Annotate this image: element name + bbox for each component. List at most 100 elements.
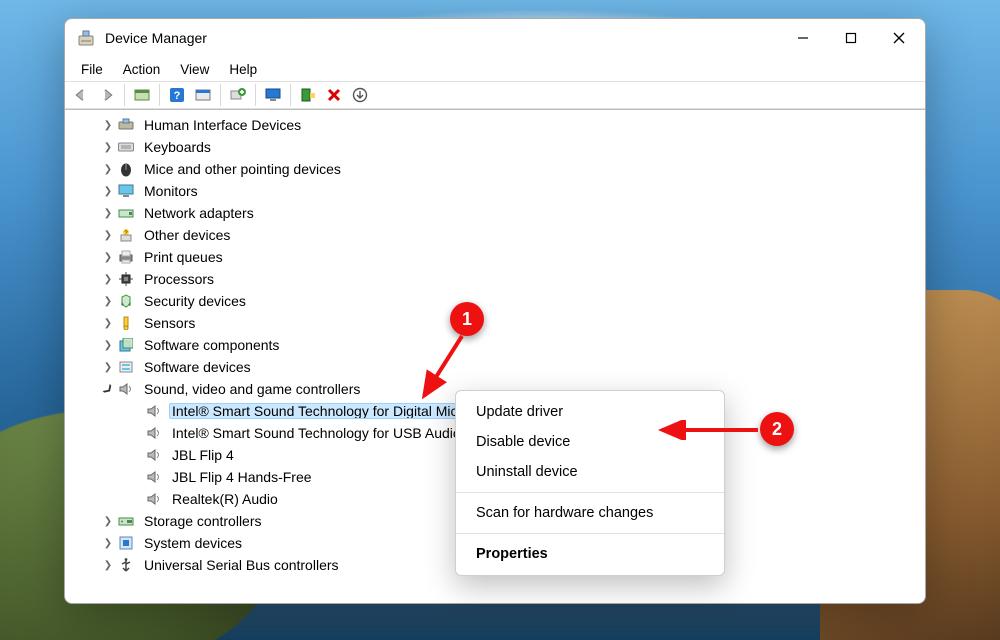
toolbar-enable-disable-button[interactable] [348, 83, 372, 107]
context-menu-scan[interactable]: Scan for hardware changes [456, 498, 724, 528]
tree-label: JBL Flip 4 Hands-Free [169, 469, 315, 485]
menu-action[interactable]: Action [115, 60, 169, 79]
menu-view[interactable]: View [172, 60, 217, 79]
menu-help[interactable]: Help [221, 60, 265, 79]
system-device-icon [117, 534, 135, 552]
mouse-icon [117, 160, 135, 178]
svg-text:?: ? [174, 90, 181, 102]
close-button[interactable] [875, 21, 923, 55]
chevron-right-icon: ❯ [101, 120, 115, 131]
properties-icon [195, 88, 211, 102]
printer-icon [117, 248, 135, 266]
annotation-marker-1: 1 [450, 302, 484, 336]
tree-label: Intel® Smart Sound Technology for USB Au… [169, 425, 464, 441]
toolbar-forward-button[interactable] [95, 83, 119, 107]
console-icon [134, 88, 150, 102]
minimize-button[interactable] [779, 21, 827, 55]
tree-category-security[interactable]: ❯Security devices [73, 290, 925, 312]
tree-category-other[interactable]: ❯? Other devices [73, 224, 925, 246]
maximize-button[interactable] [827, 21, 875, 55]
tree-label: Universal Serial Bus controllers [141, 557, 342, 573]
tree-label: Other devices [141, 227, 233, 243]
context-menu-uninstall-device[interactable]: Uninstall device [456, 457, 724, 487]
chevron-right-icon: ❯ [101, 164, 115, 175]
security-device-icon [117, 292, 135, 310]
monitor-icon [117, 182, 135, 200]
tree-category-mice[interactable]: ❯ Mice and other pointing devices [73, 158, 925, 180]
tree-category-monitors[interactable]: ❯ Monitors [73, 180, 925, 202]
tree-category-software-components[interactable]: ❯ Software components [73, 334, 925, 356]
tree-category-processors[interactable]: ❯Processors [73, 268, 925, 290]
tree-category-print-queues[interactable]: ❯Print queues [73, 246, 925, 268]
context-menu-update-driver[interactable]: Update driver [456, 397, 724, 427]
tree-label: Keyboards [141, 139, 214, 155]
software-device-icon [117, 358, 135, 376]
chevron-right-icon: ❯ [101, 340, 115, 351]
tree-label: Mice and other pointing devices [141, 161, 344, 177]
toolbar: ? [65, 81, 925, 109]
chevron-right-icon: ❯ [101, 560, 115, 571]
toolbar-uninstall-button[interactable] [322, 83, 346, 107]
add-hardware-icon [300, 87, 316, 103]
toolbar-show-hidden-button[interactable] [130, 83, 154, 107]
usb-icon [117, 556, 135, 574]
window-title: Device Manager [105, 30, 207, 46]
context-menu-separator [456, 492, 724, 493]
toolbar-scan-button[interactable] [261, 83, 285, 107]
tree-label: System devices [141, 535, 245, 551]
software-component-icon [117, 336, 135, 354]
tree-label: Sensors [141, 315, 198, 331]
speaker-icon [145, 468, 163, 486]
titlebar[interactable]: Device Manager [65, 19, 925, 57]
menubar: File Action View Help [65, 57, 925, 81]
chevron-right-icon: ❯ [101, 208, 115, 219]
keyboard-icon [117, 138, 135, 156]
tree-category-software-devices[interactable]: ❯ Software devices [73, 356, 925, 378]
speaker-icon [145, 402, 163, 420]
toolbar-back-button[interactable] [69, 83, 93, 107]
chevron-right-icon: ❯ [101, 230, 115, 241]
tree-label: Monitors [141, 183, 201, 199]
monitor-scan-icon [265, 88, 281, 102]
chevron-right-icon: ❯ [101, 516, 115, 527]
tree-label: Human Interface Devices [141, 117, 304, 133]
sensor-icon [117, 314, 135, 332]
tree-category-network[interactable]: ❯ Network adapters [73, 202, 925, 224]
tree-label: Software components [141, 337, 282, 353]
toolbar-help-button[interactable]: ? [165, 83, 189, 107]
tree-label: Software devices [141, 359, 254, 375]
tree-label: Realtek(R) Audio [169, 491, 281, 507]
tree-category-sensors[interactable]: ❯Sensors [73, 312, 925, 334]
arrow-left-icon [73, 88, 89, 102]
context-menu: Update driver Disable device Uninstall d… [455, 390, 725, 576]
toolbar-add-legacy-button[interactable] [296, 83, 320, 107]
tree-label: Processors [141, 271, 217, 287]
network-adapter-icon [117, 204, 135, 222]
speaker-icon [117, 380, 135, 398]
context-menu-properties[interactable]: Properties [456, 539, 724, 569]
tree-label: Sound, video and game controllers [141, 381, 363, 397]
tree-label: Network adapters [141, 205, 257, 221]
annotation-marker-2: 2 [760, 412, 794, 446]
speaker-icon [145, 446, 163, 464]
tree-category-keyboards[interactable]: ❯ Keyboards [73, 136, 925, 158]
chevron-right-icon: ❯ [101, 186, 115, 197]
desktop-wallpaper: Device Manager File Action View Help ? [0, 0, 1000, 640]
context-menu-disable-device[interactable]: Disable device [456, 427, 724, 457]
chevron-right-icon: ❯ [101, 538, 115, 549]
storage-controller-icon [117, 512, 135, 530]
speaker-icon [145, 490, 163, 508]
toolbar-properties-button[interactable] [191, 83, 215, 107]
toolbar-update-driver-button[interactable] [226, 83, 250, 107]
context-menu-separator [456, 533, 724, 534]
tree-label: Security devices [141, 293, 249, 309]
chevron-right-icon: ❯ [101, 142, 115, 153]
svg-text:?: ? [124, 231, 127, 237]
chevron-right-icon: ❯ [101, 362, 115, 373]
menu-file[interactable]: File [73, 60, 111, 79]
help-icon: ? [169, 87, 185, 103]
cpu-icon [117, 270, 135, 288]
tree-label: Print queues [141, 249, 226, 265]
tree-label: JBL Flip 4 [169, 447, 237, 463]
tree-category-hid[interactable]: ❯ Human Interface Devices [73, 114, 925, 136]
